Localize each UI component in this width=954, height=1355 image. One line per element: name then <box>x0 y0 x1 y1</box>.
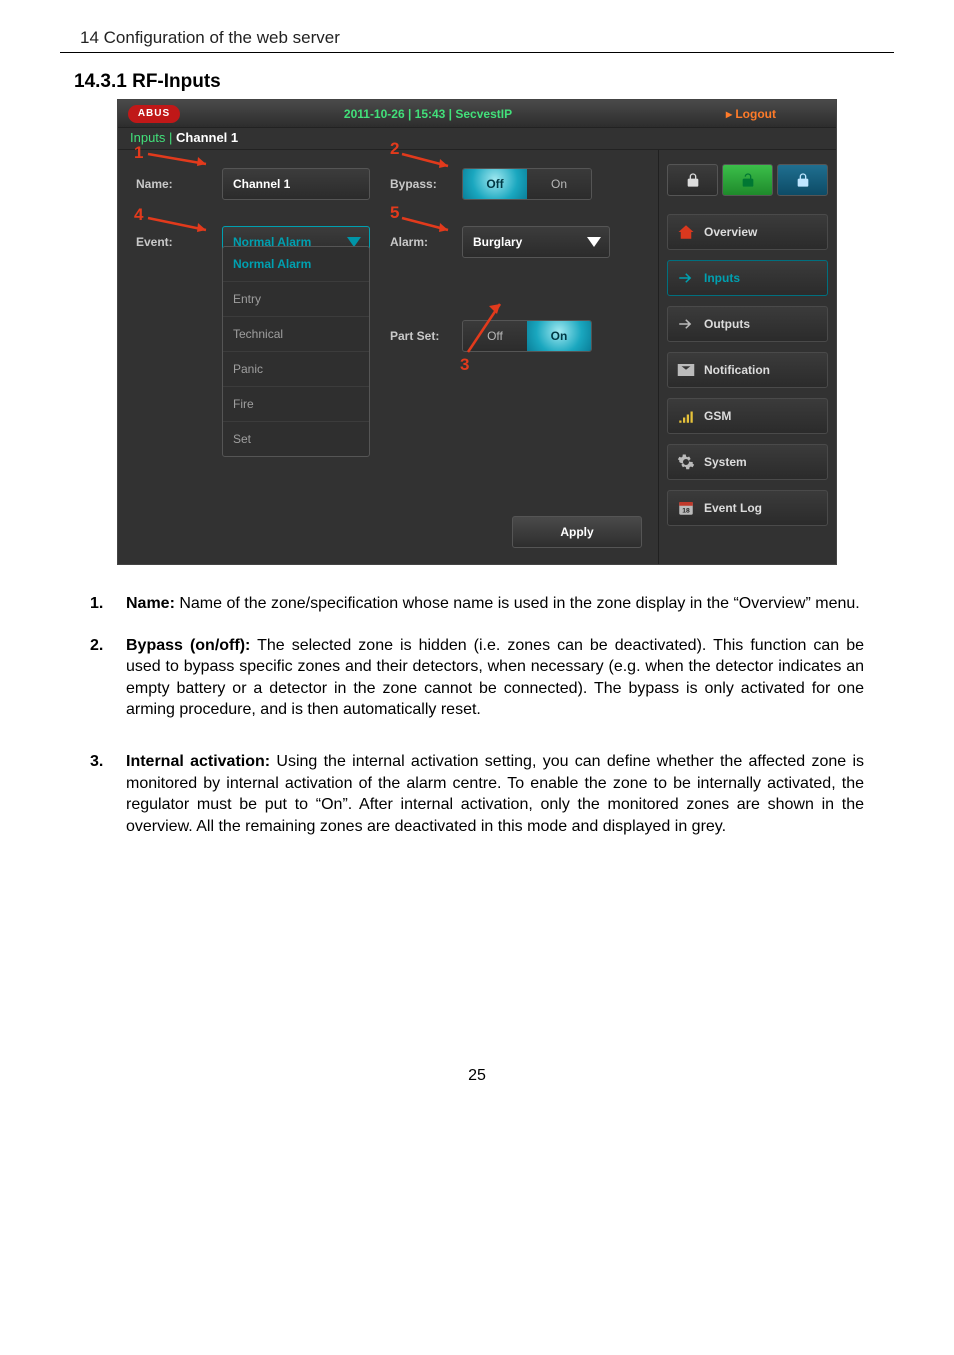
bypass-on[interactable]: On <box>527 169 591 199</box>
description-body: Name: Name of the zone/specification who… <box>126 593 864 615</box>
row-name: Name: Channel 1 Bypass: Off On <box>136 164 642 204</box>
alarm-label: Alarm: <box>390 235 462 249</box>
description-number: 3. <box>90 751 126 837</box>
lock-closed-icon[interactable] <box>667 164 718 196</box>
bypass-off[interactable]: Off <box>463 169 527 199</box>
description-list: 1. Name: Name of the zone/specification … <box>90 593 864 837</box>
alarm-dropdown[interactable]: Burglary <box>462 226 610 258</box>
calendar-icon: 18 <box>676 498 696 518</box>
description-body: Internal activation: Using the internal … <box>126 751 864 837</box>
description-body: Bypass (on/off): The selected zone is hi… <box>126 635 864 721</box>
sidebar-item-gsm[interactable]: GSM <box>667 398 828 434</box>
sidebar-item-label: Outputs <box>704 317 750 331</box>
event-option[interactable]: Normal Alarm <box>223 247 369 281</box>
sidebar-item-label: Event Log <box>704 501 762 515</box>
sidebar-item-label: Overview <box>704 225 757 239</box>
app-body: Name: Channel 1 Bypass: Off On Event: No… <box>118 150 836 564</box>
description-item: 1. Name: Name of the zone/specification … <box>90 593 864 615</box>
name-field[interactable]: Channel 1 <box>222 168 370 200</box>
topbar: ABUS 2011-10-26 | 15:43 | SecvestIP Logo… <box>118 100 836 128</box>
lock-partial-icon[interactable] <box>777 164 828 196</box>
description-number: 2. <box>90 635 126 721</box>
description-item: 2. Bypass (on/off): The selected zone is… <box>90 635 864 721</box>
section-title: 14.3.1 RF-Inputs <box>74 71 894 93</box>
partset-on[interactable]: On <box>527 321 591 351</box>
home-icon <box>676 222 696 242</box>
event-option[interactable]: Set <box>223 421 369 456</box>
sidebar-item-notification[interactable]: Notification <box>667 352 828 388</box>
partset-toggle[interactable]: Off On <box>462 320 592 352</box>
partset-off[interactable]: Off <box>463 321 527 351</box>
breadcrumb: Inputs | Channel 1 <box>118 128 836 150</box>
breadcrumb-prefix: Inputs | <box>130 130 176 145</box>
event-option[interactable]: Entry <box>223 281 369 316</box>
breadcrumb-current: Channel 1 <box>176 130 238 145</box>
gear-icon <box>676 452 696 472</box>
sidebar: Overview Inputs Outputs Notification GSM <box>658 150 836 564</box>
bypass-toggle[interactable]: Off On <box>462 168 592 200</box>
event-option[interactable]: Fire <box>223 386 369 421</box>
sidebar-item-outputs[interactable]: Outputs <box>667 306 828 342</box>
sidebar-item-label: Notification <box>704 363 770 377</box>
event-dropdown-list[interactable]: Normal Alarm Entry Technical Panic Fire … <box>222 246 370 457</box>
event-label: Event: <box>136 235 222 249</box>
apply-button[interactable]: Apply <box>512 516 642 548</box>
sidebar-item-system[interactable]: System <box>667 444 828 480</box>
lock-status-row <box>667 164 828 196</box>
mail-icon <box>676 360 696 380</box>
topbar-datetime: 2011-10-26 | 15:43 | SecvestIP <box>190 107 666 121</box>
sidebar-item-label: Inputs <box>704 271 740 285</box>
event-option[interactable]: Technical <box>223 316 369 351</box>
logout-link[interactable]: Logout <box>666 107 836 121</box>
arrow-out-icon <box>676 314 696 334</box>
svg-text:18: 18 <box>682 508 690 515</box>
sidebar-item-label: GSM <box>704 409 731 423</box>
app-window: 1 2 4 5 3 <box>117 99 837 565</box>
arrow-in-icon <box>676 268 696 288</box>
row-event: Event: Normal Alarm Alarm: Burglary <box>136 222 642 262</box>
chapter-header: 14 Configuration of the web server <box>60 20 894 53</box>
sidebar-item-overview[interactable]: Overview <box>667 214 828 250</box>
alarm-value: Burglary <box>473 235 522 249</box>
sidebar-item-eventlog[interactable]: 18 Event Log <box>667 490 828 526</box>
event-option[interactable]: Panic <box>223 351 369 386</box>
brand-logo: ABUS <box>128 105 180 123</box>
apply-row: Apply <box>136 516 642 548</box>
row-partset: Part Set: Off On <box>136 316 642 356</box>
description-number: 1. <box>90 593 126 615</box>
description-item: 3. Internal activation: Using the intern… <box>90 751 864 837</box>
lock-open-icon[interactable] <box>722 164 773 196</box>
main-form: Name: Channel 1 Bypass: Off On Event: No… <box>118 150 658 564</box>
sidebar-item-label: System <box>704 455 747 469</box>
chevron-down-icon <box>587 237 601 247</box>
sidebar-item-inputs[interactable]: Inputs <box>667 260 828 296</box>
partset-label: Part Set: <box>390 329 462 343</box>
page-number: 25 <box>60 1067 894 1085</box>
screenshot-wrapper: 1 2 4 5 3 <box>60 99 894 565</box>
name-label: Name: <box>136 177 222 191</box>
bypass-label: Bypass: <box>390 177 462 191</box>
signal-icon <box>676 406 696 426</box>
